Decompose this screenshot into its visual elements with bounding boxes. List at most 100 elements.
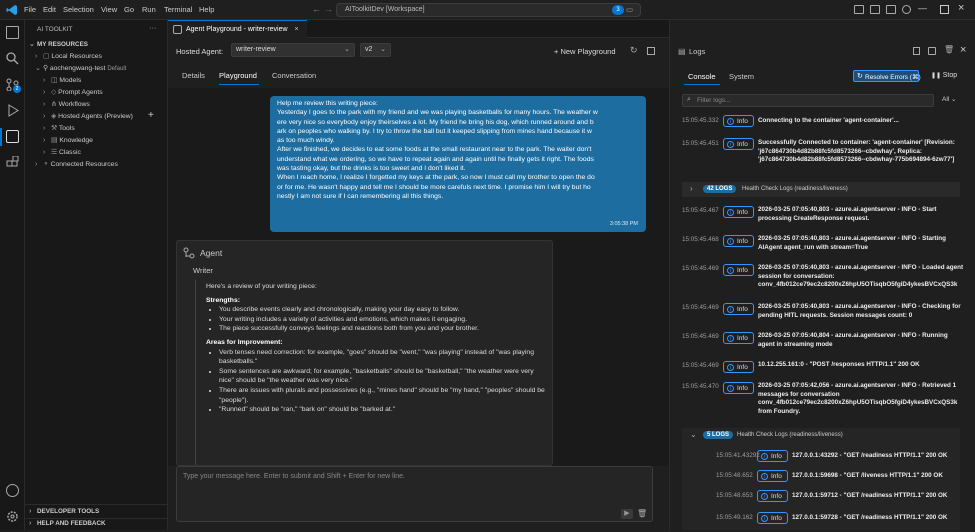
- logs-panel: ▤ Logs 🗑 × Console System ↻ Resolve Error…: [669, 20, 975, 530]
- version-select[interactable]: v2 ⌄: [360, 43, 391, 57]
- log-entry: 15:05:45.469 i Info 10.12.255.161:0 - "PO…: [682, 361, 920, 373]
- menu-terminal[interactable]: Terminal: [164, 5, 192, 14]
- menu-edit[interactable]: Edit: [43, 5, 56, 14]
- tab-details[interactable]: Details: [182, 71, 205, 80]
- tab-console[interactable]: Console: [688, 72, 716, 81]
- activity-bar: 2: [0, 20, 25, 530]
- info-badge: i Info: [757, 470, 788, 482]
- ai-toolkit-icon[interactable]: [6, 130, 19, 143]
- agent-select[interactable]: writer-review ⌄: [231, 43, 355, 57]
- info-badge: i Info: [723, 382, 754, 394]
- improvements-list: Verb tenses need correction: for example…: [206, 348, 545, 415]
- log-entry: 15:05:49.162 i Info 127.0.0.1:59728 - "GE…: [716, 512, 948, 524]
- layout-panel-icon[interactable]: [870, 5, 880, 14]
- sidebar-item-local-resources[interactable]: › ▢ Local Resources: [25, 52, 168, 64]
- improvements-title: Areas for Improvement:: [206, 338, 283, 346]
- explorer-icon[interactable]: [6, 26, 19, 39]
- info-icon: i: [727, 385, 734, 392]
- close-panel-icon[interactable]: ×: [960, 44, 966, 56]
- chat-history[interactable]: Help me review this writing piece: Yeste…: [168, 88, 669, 466]
- editor-area: Agent Playground - writer-review × Hoste…: [168, 20, 669, 530]
- sidebar-item-models[interactable]: › ◫ Models: [25, 76, 168, 88]
- account-icon[interactable]: [6, 484, 19, 497]
- sidebar-item-classic[interactable]: › ☰ Classic: [25, 148, 168, 160]
- my-resources-header[interactable]: ⌄ MY RESOURCES: [25, 40, 168, 52]
- maximize-icon[interactable]: [940, 5, 949, 14]
- minimize-icon[interactable]: —: [918, 3, 927, 13]
- save-icon[interactable]: [928, 47, 936, 55]
- menu-help[interactable]: Help: [199, 5, 214, 14]
- vscode-logo-icon: [6, 4, 18, 16]
- sidebar-item-project[interactable]: ⌄ ⚲ aochengwang-test Default: [25, 64, 168, 76]
- sidebar-item-tools[interactable]: › ⚒ Tools: [25, 124, 168, 136]
- menu-view[interactable]: View: [101, 5, 117, 14]
- copy-icon[interactable]: [913, 47, 920, 55]
- trash-icon[interactable]: 🗑: [637, 509, 647, 518]
- close-window-icon[interactable]: ×: [958, 2, 964, 14]
- group-header[interactable]: ⌄ 5 LOGS Health Check Logs (readiness/li…: [682, 428, 960, 443]
- strengths-title: Strengths:: [206, 296, 240, 304]
- menu-go[interactable]: Go: [124, 5, 134, 14]
- section-label: MY RESOURCES: [37, 41, 88, 48]
- refresh-icon[interactable]: ↻: [630, 45, 638, 56]
- tab-conversation[interactable]: Conversation: [272, 71, 316, 80]
- pause-icon: ❚❚: [931, 73, 943, 79]
- notification-badge: 3: [612, 5, 624, 15]
- layout-secondary-icon[interactable]: [886, 5, 896, 14]
- active-indicator: [0, 128, 2, 146]
- menu-run[interactable]: Run: [142, 5, 156, 14]
- help-feedback-section[interactable]: › HELP AND FEEDBACK: [25, 520, 168, 532]
- sidebar-item-knowledge[interactable]: › ▤ Knowledge: [25, 136, 168, 148]
- message-input[interactable]: Type your message here. Enter to submit …: [183, 473, 405, 480]
- settings-gear-icon[interactable]: [6, 510, 19, 523]
- health-check-group-collapsed[interactable]: › 42 LOGS Health Check Logs (readiness/l…: [682, 182, 960, 197]
- ai-toolkit-sidebar: AI TOOLKIT ··· ⌄ MY RESOURCES › ▢ Local Re…: [25, 20, 168, 530]
- new-playground-button[interactable]: + New Playground: [554, 47, 616, 56]
- run-debug-icon[interactable]: [6, 104, 19, 117]
- sidebar-item-workflows[interactable]: › ⋔ Workflows: [25, 100, 168, 112]
- sidebar-item-prompt-agents[interactable]: › ◇ Prompt Agents: [25, 88, 168, 100]
- info-icon: i: [727, 238, 734, 245]
- message-input-box[interactable]: Type your message here. Enter to submit …: [176, 466, 653, 522]
- message-line: was tasting okay, but the drinks is too …: [277, 165, 466, 173]
- info-badge: i Info: [723, 332, 754, 344]
- sidebar-item-hosted-agents[interactable]: › ◈ Hosted Agents (Preview) +: [25, 110, 168, 124]
- info-icon: i: [727, 141, 734, 148]
- menu-file[interactable]: File: [24, 5, 36, 14]
- extensions-icon[interactable]: [6, 156, 19, 169]
- close-tab-icon[interactable]: ×: [295, 26, 299, 33]
- back-arrow-icon[interactable]: ←: [312, 4, 321, 14]
- globe-icon[interactable]: [902, 5, 911, 14]
- chevron-right-icon: ›: [690, 184, 693, 193]
- project-icon: ⚲: [43, 65, 50, 72]
- layout-sidebar-icon[interactable]: [854, 5, 864, 14]
- list-item: Some sentences are awkward; for example,…: [219, 367, 545, 386]
- resolve-errors-button[interactable]: ↻ Resolve Errors (⌘): [853, 70, 921, 82]
- chat-icon[interactable]: ▭: [626, 5, 633, 14]
- list-item: There are issues with plurals and posses…: [219, 386, 545, 405]
- filter-logs-input[interactable]: Filter logs...: [697, 97, 731, 104]
- command-center-search[interactable]: AIToolkitDev [Workspace] 3 ▭: [336, 3, 641, 17]
- filter-logs-field[interactable]: ⌕ Filter logs...: [682, 94, 934, 107]
- info-icon: i: [727, 267, 734, 274]
- more-actions-icon[interactable]: ···: [149, 23, 157, 32]
- menu-selection[interactable]: Selection: [63, 5, 94, 14]
- search-icon[interactable]: [6, 52, 19, 65]
- clear-icon[interactable]: 🗑: [944, 45, 954, 54]
- sidebar-item-connected-resources[interactable]: › ⚬ Connected Resources: [25, 160, 168, 172]
- send-icon[interactable]: ▶: [621, 509, 633, 519]
- forward-arrow-icon[interactable]: →: [324, 4, 333, 14]
- info-icon: i: [727, 364, 734, 371]
- message-line: nestly I am not sure if I can rememberin…: [277, 192, 444, 200]
- source-control-icon[interactable]: 2: [6, 78, 21, 93]
- chevron-down-icon: ⌄: [690, 430, 697, 439]
- stop-button[interactable]: ❚❚ Stop: [925, 70, 965, 82]
- agent-name: Writer: [193, 266, 213, 275]
- add-icon[interactable]: +: [148, 110, 154, 121]
- level-filter-select[interactable]: All ⌄: [942, 95, 957, 103]
- stop-icon[interactable]: [647, 47, 655, 55]
- tab-playground[interactable]: Playground: [219, 71, 257, 80]
- info-badge: i Info: [723, 235, 754, 247]
- tab-agent-playground[interactable]: Agent Playground - writer-review ×: [168, 20, 307, 38]
- info-icon: i: [727, 118, 734, 125]
